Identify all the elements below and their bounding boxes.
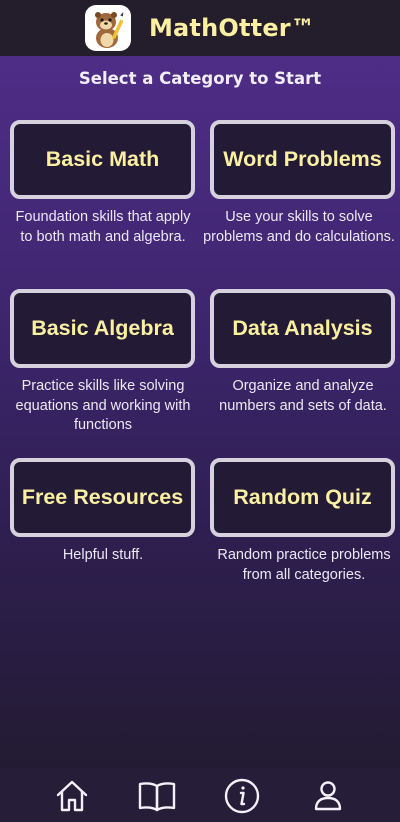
app-header: MathOtter™: [0, 0, 400, 56]
bottom-navigation: [0, 768, 400, 822]
profile-icon[interactable]: [306, 774, 350, 818]
info-icon[interactable]: [220, 774, 264, 818]
book-icon[interactable]: [135, 774, 179, 818]
category-word-problems-button[interactable]: Word Problems: [210, 120, 395, 199]
category-label: Basic Algebra: [31, 316, 174, 340]
category-label: Data Analysis: [232, 316, 373, 340]
home-icon[interactable]: [50, 774, 94, 818]
category-description: Use your skills to solve problems and do…: [203, 209, 395, 245]
category-description: Helpful stuff.: [62, 547, 144, 563]
app-title: MathOtter™: [148, 14, 316, 42]
category-data-analysis-button[interactable]: Data Analysis: [210, 289, 395, 368]
category-label: Free Resources: [21, 485, 184, 509]
category-label: Random Quiz: [233, 485, 372, 509]
category-random-quiz-button[interactable]: Random Quiz: [210, 458, 395, 537]
main-content: Select a Category to Start Basic Math Fo…: [0, 56, 400, 768]
category-free-resources-button[interactable]: Free Resources: [10, 458, 195, 537]
category-basic-algebra-button[interactable]: Basic Algebra: [10, 289, 195, 368]
category-description: Foundation skills that apply to both mat…: [15, 209, 191, 245]
category-label: Basic Math: [45, 147, 160, 171]
category-label: Word Problems: [223, 147, 382, 171]
page-subtitle: Select a Category to Start: [78, 69, 322, 88]
category-description: Organize and analyze numbers and sets of…: [219, 378, 387, 414]
category-description: Practice skills like solving equations a…: [15, 378, 191, 433]
otter-mascot-icon[interactable]: [84, 5, 131, 51]
category-description: Random practice problems from all catego…: [217, 547, 391, 583]
category-basic-math-button[interactable]: Basic Math: [10, 120, 195, 199]
